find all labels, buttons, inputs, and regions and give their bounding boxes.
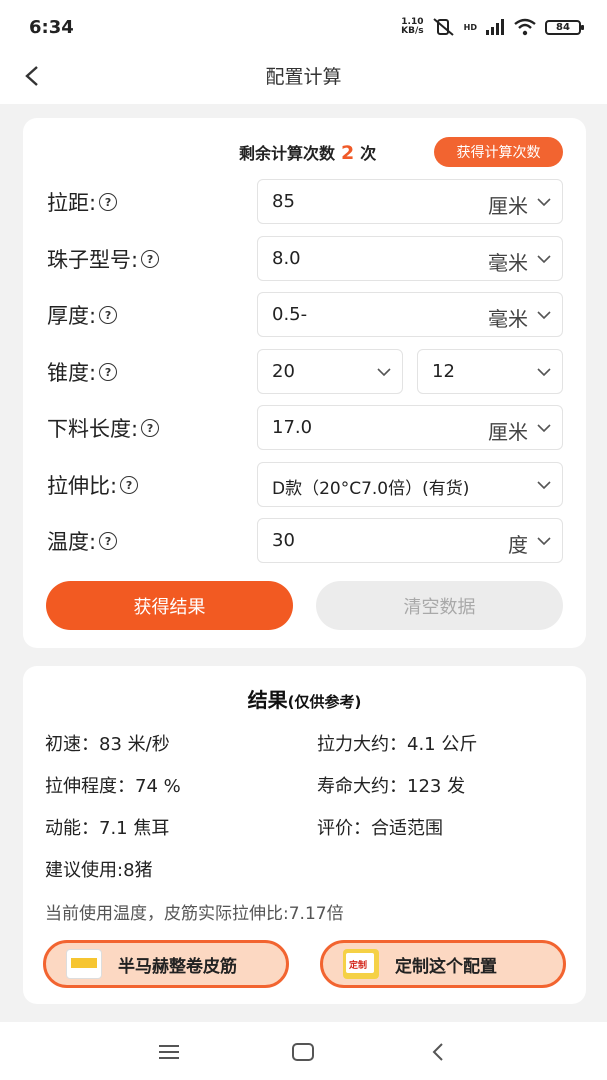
chevron-down-icon <box>537 537 551 546</box>
taper-label: 锥度: ? <box>47 357 118 387</box>
clear-data-button[interactable]: 清空数据 <box>316 581 563 630</box>
get-count-button[interactable]: 获得计算次数 <box>434 137 563 167</box>
custom-thumbnail: 定制 <box>343 949 379 979</box>
result-subtitle: (仅供参考) <box>287 693 362 711</box>
lifespan: 寿命大约：123 发 <box>317 776 466 797</box>
product-thumbnail <box>66 949 102 979</box>
help-icon[interactable]: ? <box>141 419 160 437</box>
nav-bar: 配置计算 <box>0 52 607 104</box>
chevron-down-icon <box>537 198 551 207</box>
remaining-count-value: 2 <box>341 142 355 164</box>
page-title: 配置计算 <box>265 66 342 88</box>
status-icons: 1.10 KB/s HD 84 <box>401 17 584 36</box>
chevron-down-icon <box>537 255 551 264</box>
thickness-label: 厚度: ? <box>47 300 118 330</box>
thickness-select[interactable]: 0.5- 毫米 <box>257 292 563 337</box>
wifi-icon <box>514 18 536 36</box>
system-nav-bar <box>0 1022 607 1080</box>
row-stretch-ratio: 拉伸比: ? D款（20°C7.0倍）(有货) <box>23 462 586 507</box>
taper-start-select[interactable]: 20 <box>257 349 403 394</box>
bead-model-label: 珠子型号: ? <box>47 244 160 274</box>
status-time: 6:34 <box>29 17 74 38</box>
help-icon[interactable]: ? <box>99 532 118 550</box>
pull-force: 拉力大约：4.1 公斤 <box>317 734 478 755</box>
temperature-note: 当前使用温度，皮筋实际拉伸比:7.17倍 <box>45 904 344 924</box>
temperature-label: 温度: ? <box>47 526 118 556</box>
draw-distance-select[interactable]: 85 厘米 <box>257 179 563 224</box>
initial-speed: 初速：83 米/秒 <box>45 734 170 755</box>
menu-button[interactable] <box>154 1038 184 1066</box>
chevron-down-icon <box>537 368 551 377</box>
remaining-count: 剩余计算次数 2 次 <box>239 142 377 164</box>
customize-config-button[interactable]: 定制 定制这个配置 <box>320 940 566 988</box>
status-bar: 6:34 1.10 KB/s HD 84 <box>0 0 607 52</box>
row-draw-distance: 拉距: ? 85 厘米 <box>23 179 586 224</box>
chevron-down-icon <box>537 481 551 490</box>
system-back-button[interactable] <box>423 1038 453 1066</box>
taper-end-select[interactable]: 12 <box>417 349 563 394</box>
menu-icon <box>159 1045 179 1059</box>
chevron-down-icon <box>377 368 391 377</box>
chevron-down-icon <box>537 424 551 433</box>
cut-length-select[interactable]: 17.0 厘米 <box>257 405 563 450</box>
buy-rubber-button[interactable]: 半马赫整卷皮筋 <box>43 940 289 988</box>
get-result-button[interactable]: 获得结果 <box>46 581 293 630</box>
cut-length-label: 下料长度: ? <box>47 413 160 443</box>
temperature-select[interactable]: 30 度 <box>257 518 563 563</box>
bead-model-select[interactable]: 8.0 毫米 <box>257 236 563 281</box>
help-icon[interactable]: ? <box>120 476 139 494</box>
help-icon[interactable]: ? <box>99 306 118 324</box>
suggestion: 建议使用:8猪 <box>45 860 153 881</box>
network-speed: 1.10 KB/s <box>401 17 424 36</box>
row-bead-model: 珠子型号: ? 8.0 毫米 <box>23 236 586 281</box>
result-title: 结果(仅供参考) <box>247 688 362 712</box>
help-icon[interactable]: ? <box>141 250 160 268</box>
kinetic-energy: 动能：7.1 焦耳 <box>45 818 170 839</box>
row-thickness: 厚度: ? 0.5- 毫米 <box>23 292 586 337</box>
row-cut-length: 下料长度: ? 17.0 厘米 <box>23 405 586 450</box>
hd-badge: HD <box>463 22 477 32</box>
chevron-down-icon <box>537 311 551 320</box>
draw-distance-label: 拉距: ? <box>47 187 118 217</box>
home-button[interactable] <box>288 1038 318 1066</box>
signal-icon <box>486 19 504 35</box>
row-temperature: 温度: ? 30 度 <box>23 518 586 563</box>
help-icon[interactable]: ? <box>99 193 118 211</box>
result-card: 结果(仅供参考) 初速：83 米/秒 拉力大约：4.1 公斤 拉伸程度：74 %… <box>23 666 586 1004</box>
home-icon <box>292 1043 314 1061</box>
battery-icon: 84 <box>545 19 584 35</box>
help-icon[interactable]: ? <box>99 363 118 381</box>
config-card: 剩余计算次数 2 次 获得计算次数 拉距: ? 85 厘米 珠子型号: ? 8.… <box>23 118 586 648</box>
stretch-degree: 拉伸程度：74 % <box>45 776 181 797</box>
stretch-ratio-label: 拉伸比: ? <box>47 470 139 500</box>
back-icon <box>432 1043 443 1061</box>
rating: 评价：合适范围 <box>317 818 443 839</box>
stretch-ratio-select[interactable]: D款（20°C7.0倍）(有货) <box>257 462 563 507</box>
row-taper: 锥度: ? 20 12 <box>23 349 586 394</box>
vibrate-mute-icon <box>433 18 454 36</box>
